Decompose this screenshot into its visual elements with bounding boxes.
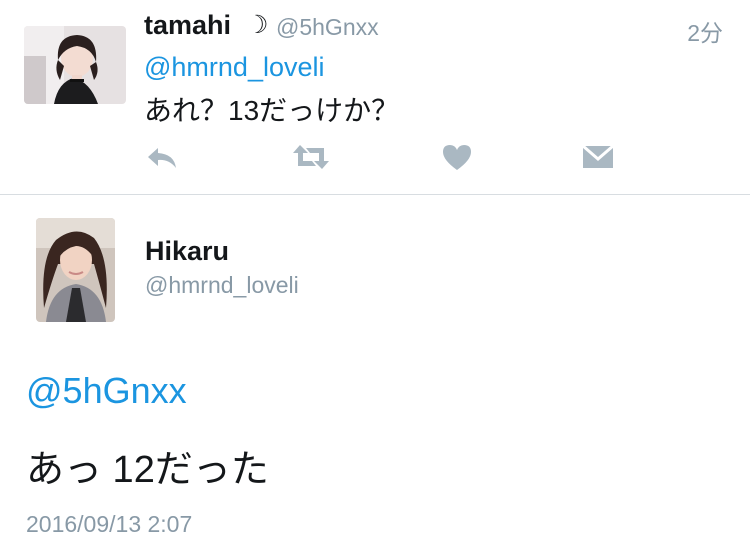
avatar-photo [24,26,126,104]
avatar[interactable] [36,218,115,322]
envelope-icon [582,144,614,168]
reply-icon [148,148,176,168]
heart-icon [443,145,471,170]
reply-tweet: tamahi ☽ @5hGnxx 2分 @hmrnd_loveli あれ？13だ… [0,0,750,194]
direct-message-button[interactable] [581,142,615,172]
tweet-text: あっ 12だった [26,449,269,491]
display-name[interactable]: tamahi [144,10,231,41]
retweet-button[interactable] [292,142,330,172]
avatar-photo [36,218,115,322]
mention-link[interactable]: @5hGnxx [26,370,187,412]
tweet-timestamp: 2016/09/13 2:07 [26,511,193,537]
like-button[interactable] [440,142,474,172]
moon-emoji: ☽ [246,11,269,39]
tweet-time: 2分 [687,20,723,46]
avatar[interactable] [24,26,126,104]
retweet-icon [293,145,329,169]
divider [0,194,750,195]
mention-link[interactable]: @hmrnd_loveli [144,52,324,83]
user-handle[interactable]: @hmrnd_loveli [145,272,299,299]
user-handle[interactable]: @5hGnxx [276,14,379,41]
reply-button[interactable] [145,142,179,172]
tweet-text: あれ？13だっけか？ [144,95,400,126]
display-name[interactable]: Hikaru [145,236,229,267]
